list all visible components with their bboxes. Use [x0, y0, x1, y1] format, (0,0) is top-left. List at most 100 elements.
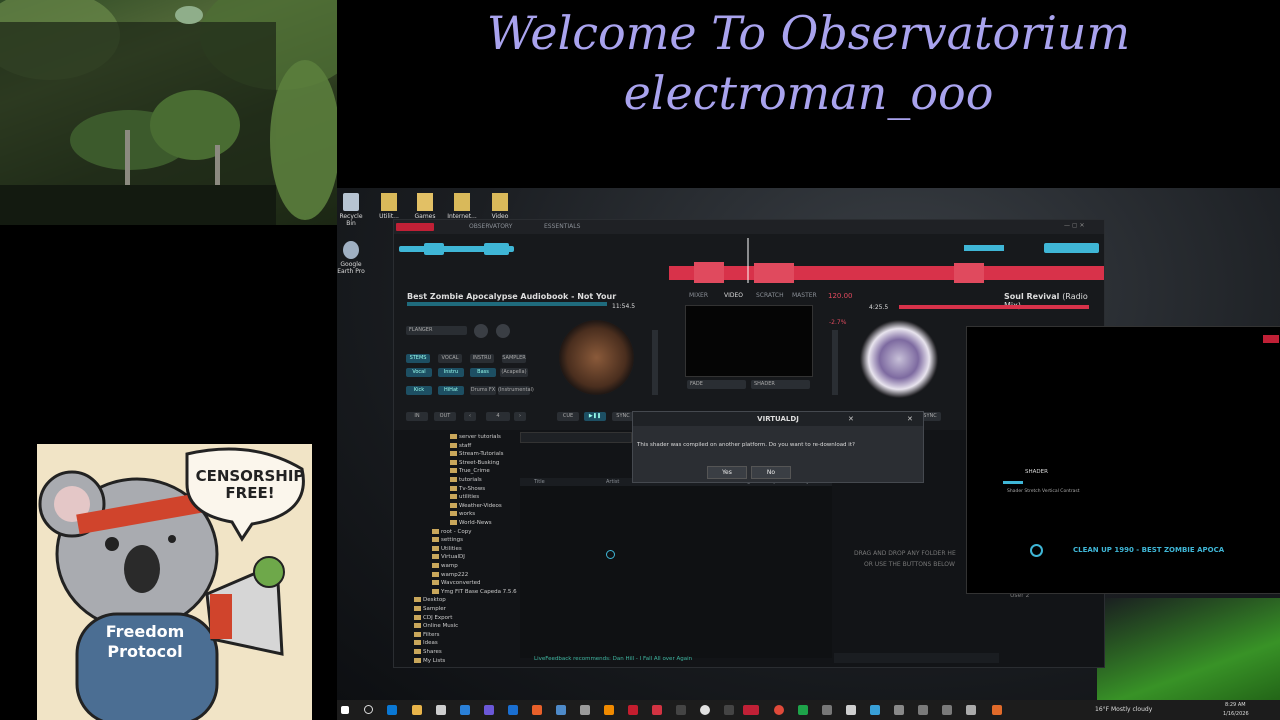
- app-icon[interactable]: [894, 705, 904, 715]
- app-icon[interactable]: [676, 705, 686, 715]
- app-icon[interactable]: [652, 705, 662, 715]
- discord-icon[interactable]: [484, 705, 494, 715]
- windows-start-icon[interactable]: [341, 706, 349, 714]
- recycle-bin-icon[interactable]: Recycle Bin: [337, 193, 368, 227]
- folder-tree-item[interactable]: Ideas: [414, 640, 438, 646]
- folder-tree-item[interactable]: VirtualDJ: [432, 554, 465, 560]
- close-icon[interactable]: ✕: [907, 415, 913, 423]
- folder-tree-item[interactable]: root - Copy: [432, 528, 471, 535]
- pad-kick[interactable]: Kick: [406, 386, 432, 395]
- virtualdj-taskbar-icon[interactable]: [743, 705, 759, 715]
- pad-hihat[interactable]: HiHat: [438, 386, 464, 395]
- instru-button[interactable]: INSTRU: [470, 354, 494, 363]
- left-deck-progress[interactable]: [407, 302, 607, 306]
- app-icon[interactable]: [580, 705, 590, 715]
- app-icon[interactable]: [846, 705, 856, 715]
- right-jog-wheel[interactable]: [860, 320, 938, 398]
- folder-tree-item[interactable]: Sampler: [414, 606, 446, 612]
- folder-tree-item[interactable]: Utilities: [432, 545, 462, 552]
- app-icon[interactable]: [870, 705, 880, 715]
- loop-in-button[interactable]: IN: [406, 412, 428, 421]
- column-title[interactable]: Title: [534, 479, 545, 485]
- chrome-icon[interactable]: [774, 705, 784, 715]
- store-icon[interactable]: [436, 705, 446, 715]
- folder-tree-item[interactable]: Ymg FIT Base Capeda 7.5.6: [432, 588, 517, 595]
- loop-prev-button[interactable]: ‹: [464, 412, 476, 421]
- folder-tree-item[interactable]: works: [450, 511, 475, 517]
- folder-tree-item[interactable]: staff: [450, 442, 471, 449]
- app-icon[interactable]: [966, 705, 976, 715]
- folder-tree-item[interactable]: Shares: [414, 649, 442, 655]
- file-explorer-icon[interactable]: [412, 705, 422, 715]
- utilities-folder-icon[interactable]: Utilit...: [372, 193, 406, 220]
- folder-tree-item[interactable]: My Lists: [414, 657, 445, 664]
- dialog-yes-button[interactable]: Yes: [707, 466, 747, 479]
- tab-video[interactable]: VIDEO: [724, 292, 743, 299]
- window-controls[interactable]: — ▢ ✕: [1064, 222, 1085, 229]
- stems-button[interactable]: STEMS: [406, 354, 430, 363]
- left-effect-select[interactable]: FLANGER: [406, 326, 467, 335]
- folder-tree-item[interactable]: Stream-Tutorials: [450, 451, 503, 457]
- sampler-button[interactable]: SAMPLER: [502, 354, 526, 363]
- games-folder-icon[interactable]: Games: [408, 193, 442, 220]
- sidebar-toolbar[interactable]: [834, 653, 999, 663]
- live-feedback-status[interactable]: LiveFeedback recommends: Dan Hill - I Fa…: [534, 656, 692, 662]
- search-input[interactable]: [520, 432, 632, 443]
- pad-vocal[interactable]: Vocal: [406, 368, 432, 377]
- app-icon[interactable]: [822, 705, 832, 715]
- firefox-icon[interactable]: [532, 705, 542, 715]
- weather-widget[interactable]: 16°F Mostly cloudy: [1095, 706, 1152, 713]
- folder-tree-item[interactable]: Online Music: [414, 623, 458, 629]
- folder-tree-item[interactable]: True_Crime: [450, 468, 490, 474]
- loop-size[interactable]: 4: [486, 412, 510, 421]
- tab-mixer[interactable]: MIXER: [689, 292, 708, 299]
- folder-tree-item[interactable]: wamp: [432, 563, 458, 569]
- pad-instrumental[interactable]: (Instrumental): [498, 386, 534, 395]
- app-icon[interactable]: [992, 705, 1002, 715]
- app-icon[interactable]: [798, 705, 808, 715]
- right-deck-progress[interactable]: [899, 305, 1089, 309]
- clock-date[interactable]: 1/16/2026: [1223, 711, 1249, 717]
- folder-tree-item[interactable]: Weather-Videos: [450, 502, 502, 509]
- folder-tree-item[interactable]: Filters: [414, 631, 440, 638]
- app-icon[interactable]: [918, 705, 928, 715]
- tab-scratch[interactable]: SCRATCH: [756, 292, 784, 299]
- folder-tree-item[interactable]: World-News: [450, 520, 492, 526]
- vocal-button[interactable]: VOCAL: [438, 354, 462, 363]
- folder-tree-item[interactable]: utilities: [450, 494, 479, 500]
- sync-button[interactable]: SYNC: [612, 412, 634, 421]
- folder-tree-item[interactable]: Tv-Shows: [450, 485, 485, 492]
- mail-icon[interactable]: [460, 705, 470, 715]
- folder-tree-item[interactable]: tutorials: [450, 477, 482, 483]
- cue-button[interactable]: CUE: [557, 412, 579, 421]
- tab-master[interactable]: MASTER: [792, 292, 817, 299]
- track-list[interactable]: [520, 478, 832, 658]
- loop-next-button[interactable]: ›: [514, 412, 526, 421]
- left-pitch-slider[interactable]: [652, 330, 658, 395]
- dialog-no-button[interactable]: No: [751, 466, 791, 479]
- app-icon[interactable]: [942, 705, 952, 715]
- folder-tree-item[interactable]: server tutorials: [450, 434, 501, 440]
- app-icon[interactable]: [628, 705, 638, 715]
- pad-instru[interactable]: Instru: [438, 368, 464, 377]
- left-jog-wheel[interactable]: [559, 320, 634, 395]
- effect-knob-1[interactable]: [474, 324, 488, 338]
- pad-acapella[interactable]: (Acapella): [500, 368, 528, 377]
- google-earth-icon[interactable]: Google Earth Pro: [337, 241, 368, 275]
- internet-folder-icon[interactable]: Internet...: [445, 193, 479, 220]
- video-fx-right[interactable]: SHADER: [751, 380, 810, 389]
- folder-tree-item[interactable]: settings: [432, 537, 463, 543]
- folder-tree-item[interactable]: Desktop: [414, 597, 446, 603]
- tab-essentials[interactable]: ESSENTIALS: [544, 223, 580, 230]
- folder-tree-item[interactable]: Street-Busking: [450, 459, 499, 466]
- effect-knob-2[interactable]: [496, 324, 510, 338]
- column-artist[interactable]: Artist: [606, 479, 619, 485]
- clock-time[interactable]: 8:29 AM: [1225, 702, 1246, 708]
- folder-tree-item[interactable]: CDJ Export: [414, 614, 452, 621]
- edge-icon[interactable]: [387, 705, 397, 715]
- folder-tree-item[interactable]: Wavconverted: [432, 580, 481, 586]
- loop-out-button[interactable]: OUT: [434, 412, 456, 421]
- pad-drums-fx[interactable]: Drums FX: [470, 386, 496, 395]
- search-icon[interactable]: [364, 705, 373, 714]
- app-icon[interactable]: [724, 705, 734, 715]
